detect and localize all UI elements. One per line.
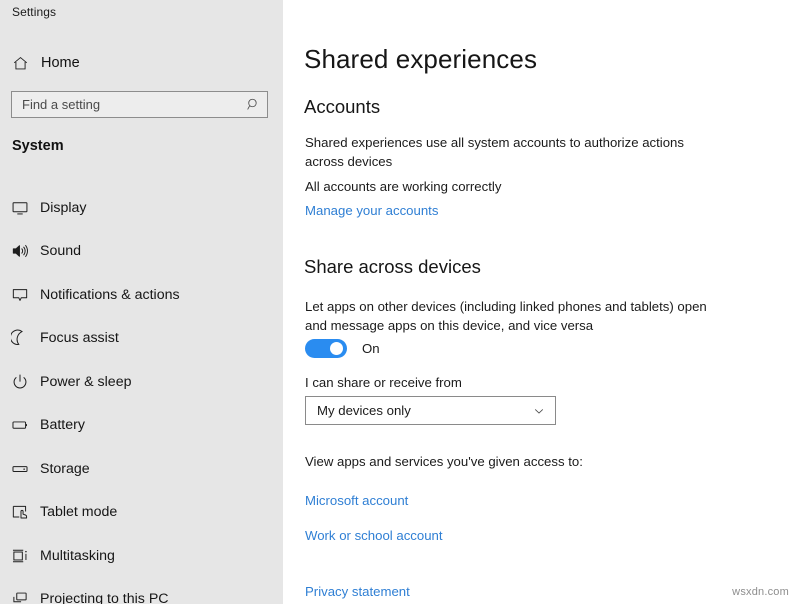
accounts-status: All accounts are working correctly — [305, 177, 725, 196]
sidebar-item-tablet-mode[interactable]: Tablet mode — [0, 491, 283, 535]
sidebar-item-power-sleep-label: Power & sleep — [40, 374, 131, 390]
share-across-devices-toggle-row: On — [305, 339, 380, 358]
manage-your-accounts-link[interactable]: Manage your accounts — [305, 203, 438, 218]
sidebar-item-home-label: Home — [41, 55, 80, 71]
sidebar-item-multitasking[interactable]: Multitasking — [0, 534, 283, 578]
sidebar-item-battery[interactable]: Battery — [0, 404, 283, 448]
battery-icon — [0, 416, 40, 434]
project-screen-icon — [0, 590, 40, 604]
home-icon — [0, 55, 40, 72]
sidebar-item-projecting-label: Projecting to this PC — [40, 591, 169, 604]
sidebar-item-storage[interactable]: Storage — [0, 447, 283, 491]
sidebar-item-tablet-mode-label: Tablet mode — [40, 504, 117, 520]
sidebar-nav-list: Display Sound — [0, 186, 283, 604]
sidebar: Settings Home System — [0, 0, 283, 604]
sidebar-item-projecting[interactable]: Projecting to this PC — [0, 578, 283, 604]
share-across-devices-description: Let apps on other devices (including lin… — [305, 297, 725, 335]
sidebar-item-multitasking-label: Multitasking — [40, 548, 115, 564]
speaker-icon — [0, 242, 40, 260]
sidebar-item-storage-label: Storage — [40, 461, 90, 477]
sidebar-item-power-sleep[interactable]: Power & sleep — [0, 360, 283, 404]
sidebar-item-display-label: Display — [40, 200, 87, 216]
page-title: Shared experiences — [304, 44, 537, 75]
microsoft-account-link[interactable]: Microsoft account — [305, 493, 408, 508]
storage-icon — [0, 460, 40, 478]
sidebar-item-battery-label: Battery — [40, 417, 85, 433]
privacy-statement-link[interactable]: Privacy statement — [305, 584, 410, 599]
notification-icon — [0, 286, 40, 304]
share-receive-from-label: I can share or receive from — [305, 373, 725, 392]
work-or-school-account-link[interactable]: Work or school account — [305, 528, 443, 543]
sidebar-item-focus-assist-label: Focus assist — [40, 330, 119, 346]
window-title: Settings — [12, 5, 56, 19]
sidebar-item-display[interactable]: Display — [0, 186, 283, 230]
main-content: Shared experiences Accounts Shared exper… — [283, 0, 800, 604]
sidebar-item-sound-label: Sound — [40, 243, 81, 259]
search-icon[interactable] — [239, 97, 267, 112]
settings-window: Settings Home System — [0, 0, 800, 604]
toggle-knob — [330, 342, 343, 355]
monitor-icon — [0, 199, 40, 217]
share-across-devices-toggle-state: On — [362, 341, 380, 356]
share-across-devices-toggle[interactable] — [305, 339, 347, 358]
accounts-description: Shared experiences use all system accoun… — [305, 133, 725, 171]
sidebar-item-home[interactable]: Home — [0, 48, 283, 78]
share-receive-from-dropdown[interactable]: My devices only — [305, 396, 556, 425]
search-input[interactable] — [12, 92, 239, 117]
share-receive-from-selected-value: My devices only — [306, 403, 523, 418]
view-apps-services-label: View apps and services you've given acce… — [305, 452, 725, 471]
sidebar-group-title: System — [12, 138, 64, 154]
section-heading-accounts: Accounts — [304, 96, 380, 118]
watermark: wsxdn.com — [732, 586, 789, 598]
sidebar-item-focus-assist[interactable]: Focus assist — [0, 317, 283, 361]
sidebar-item-notifications[interactable]: Notifications & actions — [0, 273, 283, 317]
multitasking-icon — [0, 547, 40, 565]
section-heading-share-across-devices: Share across devices — [304, 256, 481, 278]
tablet-hand-icon — [0, 503, 40, 521]
sidebar-item-sound[interactable]: Sound — [0, 230, 283, 274]
power-icon — [0, 373, 40, 391]
sidebar-item-notifications-label: Notifications & actions — [40, 287, 180, 303]
search-box[interactable] — [11, 91, 268, 118]
moon-icon — [0, 329, 40, 347]
chevron-down-icon — [523, 404, 555, 418]
